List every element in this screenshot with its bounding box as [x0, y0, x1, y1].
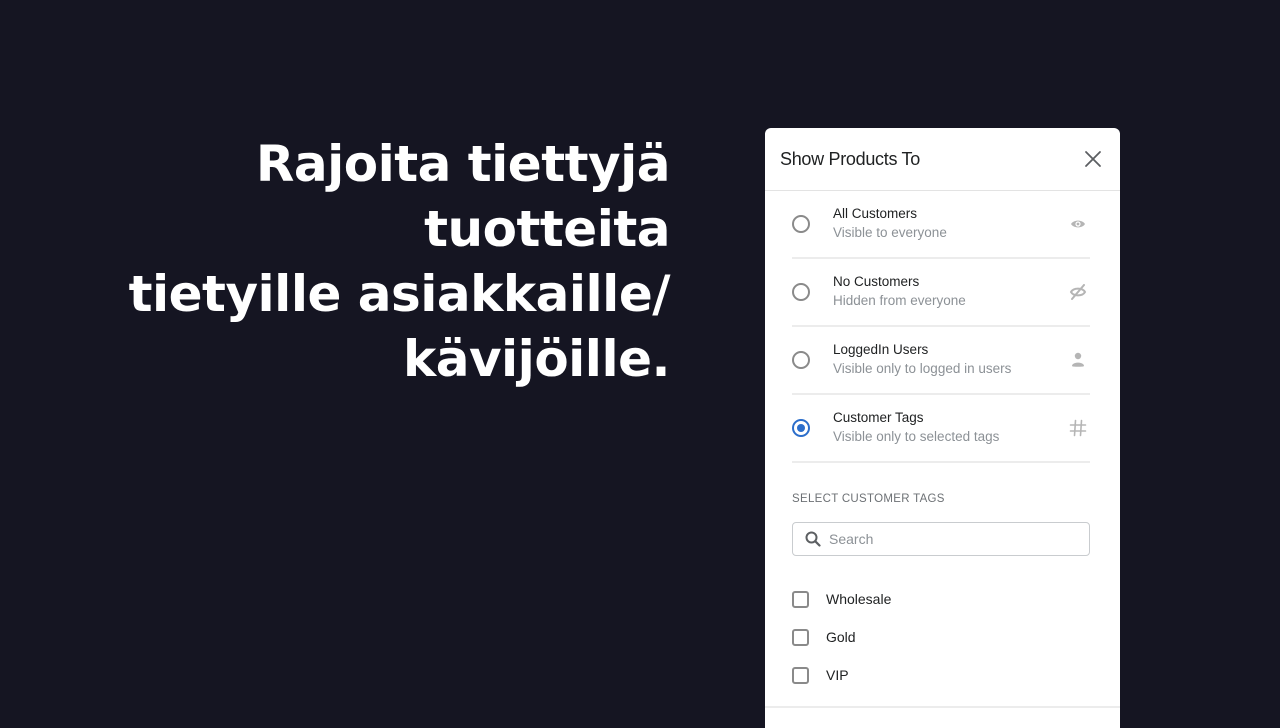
user-icon — [1072, 352, 1084, 367]
radio-customer-tags[interactable] — [792, 419, 810, 437]
tag-item-vip[interactable]: VIP — [792, 656, 1120, 694]
tag-list: Wholesale Gold VIP — [792, 580, 1120, 694]
option-subtitle: Hidden from everyone — [833, 293, 966, 308]
checkbox-vip[interactable] — [792, 666, 809, 684]
select-customer-tags-label: SELECT CUSTOMER TAGS — [792, 493, 945, 505]
headline-line-2: tietyille asiakkaille/ — [128, 265, 671, 323]
radio-loggedin-users[interactable] — [792, 351, 810, 369]
hashtag-icon — [1069, 419, 1087, 437]
option-all-customers[interactable]: All Customers Visible to everyone — [792, 191, 1090, 259]
tag-item-wholesale[interactable]: Wholesale — [792, 580, 1120, 618]
show-products-panel: Show Products To All Customers Visible t… — [765, 128, 1120, 728]
option-no-customers[interactable]: No Customers Hidden from everyone — [792, 259, 1090, 327]
radio-no-customers[interactable] — [792, 283, 810, 301]
eye-icon — [1071, 220, 1085, 228]
checkbox-gold[interactable] — [792, 628, 809, 646]
option-title: Customer Tags — [833, 410, 924, 425]
visibility-options: All Customers Visible to everyone No Cus… — [765, 191, 1120, 463]
option-subtitle: Visible only to logged in users — [833, 361, 1012, 376]
option-subtitle: Visible to everyone — [833, 225, 947, 240]
tag-label: Wholesale — [826, 591, 892, 607]
tag-label: Gold — [826, 629, 856, 645]
headline: Rajoita tiettyjä tuotteita tietyille asi… — [60, 132, 671, 392]
option-title: LoggedIn Users — [833, 342, 929, 357]
checkbox-wholesale[interactable] — [792, 590, 809, 608]
radio-all-customers[interactable] — [792, 215, 810, 233]
option-customer-tags[interactable]: Customer Tags Visible only to selected t… — [792, 395, 1090, 463]
option-subtitle: Visible only to selected tags — [833, 429, 1000, 444]
option-title: All Customers — [833, 206, 918, 221]
search-icon — [805, 531, 821, 547]
tag-search-input[interactable] — [829, 531, 1089, 547]
eye-off-icon — [1069, 284, 1087, 300]
close-button[interactable] — [1082, 148, 1104, 170]
headline-line-3: kävijöille. — [402, 330, 671, 388]
headline-line-1: Rajoita tiettyjä tuotteita — [255, 135, 671, 258]
tag-label: VIP — [826, 667, 849, 683]
panel-header: Show Products To — [765, 128, 1120, 191]
close-icon — [1085, 151, 1101, 167]
option-loggedin-users[interactable]: LoggedIn Users Visible only to logged in… — [792, 327, 1090, 395]
tag-item-gold[interactable]: Gold — [792, 618, 1120, 656]
tag-search-field[interactable] — [792, 522, 1090, 556]
option-title: No Customers — [833, 274, 920, 289]
footer-divider — [765, 706, 1120, 708]
panel-title: Show Products To — [780, 148, 920, 169]
